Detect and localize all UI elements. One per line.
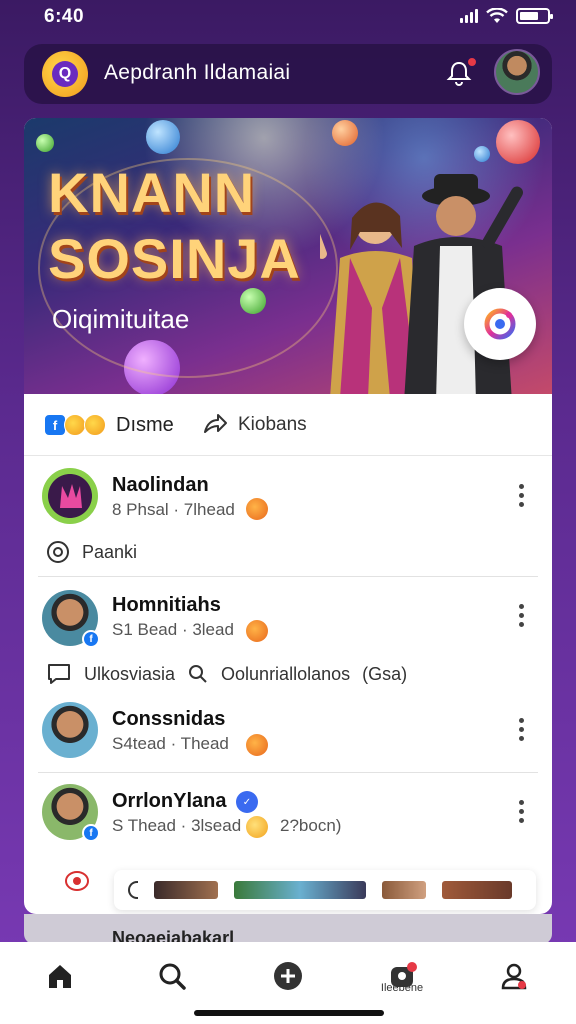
comment-text-2: Oolunriallolanos bbox=[221, 663, 351, 684]
divider bbox=[38, 576, 538, 577]
add-icon[interactable] bbox=[268, 956, 308, 996]
more-options-icon[interactable] bbox=[518, 718, 524, 741]
smirk-emoji-icon bbox=[246, 816, 268, 838]
angry-emoji-icon bbox=[246, 620, 268, 642]
facebook-reaction-icon: f bbox=[44, 414, 66, 436]
stories-strip[interactable] bbox=[114, 870, 536, 910]
facebook-badge-icon: f bbox=[82, 824, 100, 842]
signal-icon bbox=[460, 9, 478, 23]
app-header: Q Aepdranh Ildamaiai bbox=[24, 44, 552, 104]
peek-list-item[interactable]: Neoaeiabakarl bbox=[24, 914, 552, 944]
comment-icon bbox=[48, 664, 70, 684]
feed-card: KNANN SOSINJA Oiqimituitae f Dısme Kioba… bbox=[24, 118, 552, 914]
home-indicator[interactable] bbox=[194, 1010, 384, 1016]
comment-row[interactable]: Ulkosviasia Oolunriallolanos (Gsa) bbox=[46, 662, 407, 686]
item-name[interactable]: Naolindan bbox=[112, 474, 209, 497]
camera-icon[interactable] bbox=[464, 288, 536, 360]
facebook-badge-icon: f bbox=[82, 630, 100, 648]
status-time: 6:40 bbox=[44, 6, 85, 27]
wow-reaction-icon bbox=[84, 414, 106, 436]
profile-avatar[interactable] bbox=[494, 49, 540, 95]
notification-badge bbox=[466, 56, 478, 68]
angry-emoji-icon bbox=[246, 734, 268, 756]
location-icon bbox=[47, 541, 69, 563]
share-label[interactable]: Kiobans bbox=[238, 414, 307, 436]
reaction-label[interactable]: Dısme bbox=[116, 414, 174, 437]
avatar[interactable] bbox=[42, 702, 98, 758]
item-meta: S4tead · Thead bbox=[112, 734, 229, 753]
divider bbox=[38, 772, 538, 773]
story-thumb[interactable] bbox=[442, 881, 512, 899]
angry-emoji-icon bbox=[246, 498, 268, 520]
item-meta: S1 Bead · 3lead bbox=[112, 620, 234, 639]
more-options-icon[interactable] bbox=[518, 604, 524, 627]
more-options-icon[interactable] bbox=[518, 484, 524, 507]
notifications-label[interactable]: Ileebene bbox=[372, 982, 432, 994]
app-title: Aepdranh Ildamaiai bbox=[104, 61, 291, 84]
list-item[interactable]: f Homnitiahs S1 Bead · 3lead Ulkosviasia… bbox=[24, 578, 552, 692]
status-icons bbox=[460, 8, 553, 24]
banner-title-line2: SOSINJA bbox=[48, 227, 301, 290]
list-item[interactable]: Naolindan 8 Phsal · 7lhead Paanki bbox=[24, 456, 552, 578]
location-row[interactable]: Paanki bbox=[46, 540, 137, 564]
bell-icon[interactable] bbox=[444, 56, 478, 88]
app-logo-icon[interactable]: Q bbox=[42, 51, 88, 97]
reaction-icons[interactable]: f bbox=[44, 414, 106, 436]
share-icon[interactable] bbox=[202, 412, 228, 438]
battery-icon bbox=[516, 8, 553, 24]
home-icon[interactable] bbox=[40, 956, 80, 996]
item-meta: S Thead · 3lsead bbox=[112, 816, 242, 835]
banner-title-line1: KNANN bbox=[48, 161, 256, 224]
promo-banner[interactable]: KNANN SOSINJA Oiqimituitae bbox=[24, 118, 552, 394]
profile-icon[interactable] bbox=[494, 956, 534, 996]
status-bar: 6:40 bbox=[0, 0, 576, 36]
reaction-bar: f Dısme Kiobans bbox=[24, 394, 552, 456]
story-thumb[interactable] bbox=[154, 881, 218, 899]
strip-start-icon bbox=[128, 881, 138, 899]
item-name[interactable]: OrrlonYlana bbox=[112, 790, 226, 813]
comment-text: Ulkosviasia bbox=[84, 663, 176, 684]
verified-icon: ✓ bbox=[236, 791, 258, 813]
laugh-reaction-icon bbox=[64, 414, 86, 436]
search-mini-icon bbox=[189, 665, 207, 683]
avatar[interactable] bbox=[42, 468, 98, 524]
item-name[interactable]: Homnitiahs bbox=[112, 594, 221, 617]
list-item[interactable]: Conssnidas S4tead · Thead bbox=[24, 692, 552, 772]
banner-subtitle: Oiqimituitae bbox=[52, 304, 190, 334]
wifi-icon bbox=[486, 8, 508, 23]
more-options-icon[interactable] bbox=[518, 800, 524, 823]
search-icon[interactable] bbox=[152, 956, 192, 996]
item-name[interactable]: Conssnidas bbox=[112, 708, 225, 731]
story-thumb[interactable] bbox=[234, 881, 366, 899]
list-item[interactable]: f OrrlonYlana ✓ S Thead · 3lsead 2?bocn) bbox=[24, 774, 552, 870]
item-meta: 8 Phsal · 7lhead bbox=[112, 500, 235, 519]
location-text: Paanki bbox=[82, 541, 138, 562]
comment-text-3: (Gsa) bbox=[362, 663, 408, 684]
live-indicator-icon bbox=[65, 871, 89, 891]
item-extra: 2?bocn) bbox=[280, 816, 342, 835]
story-thumb[interactable] bbox=[382, 881, 426, 899]
